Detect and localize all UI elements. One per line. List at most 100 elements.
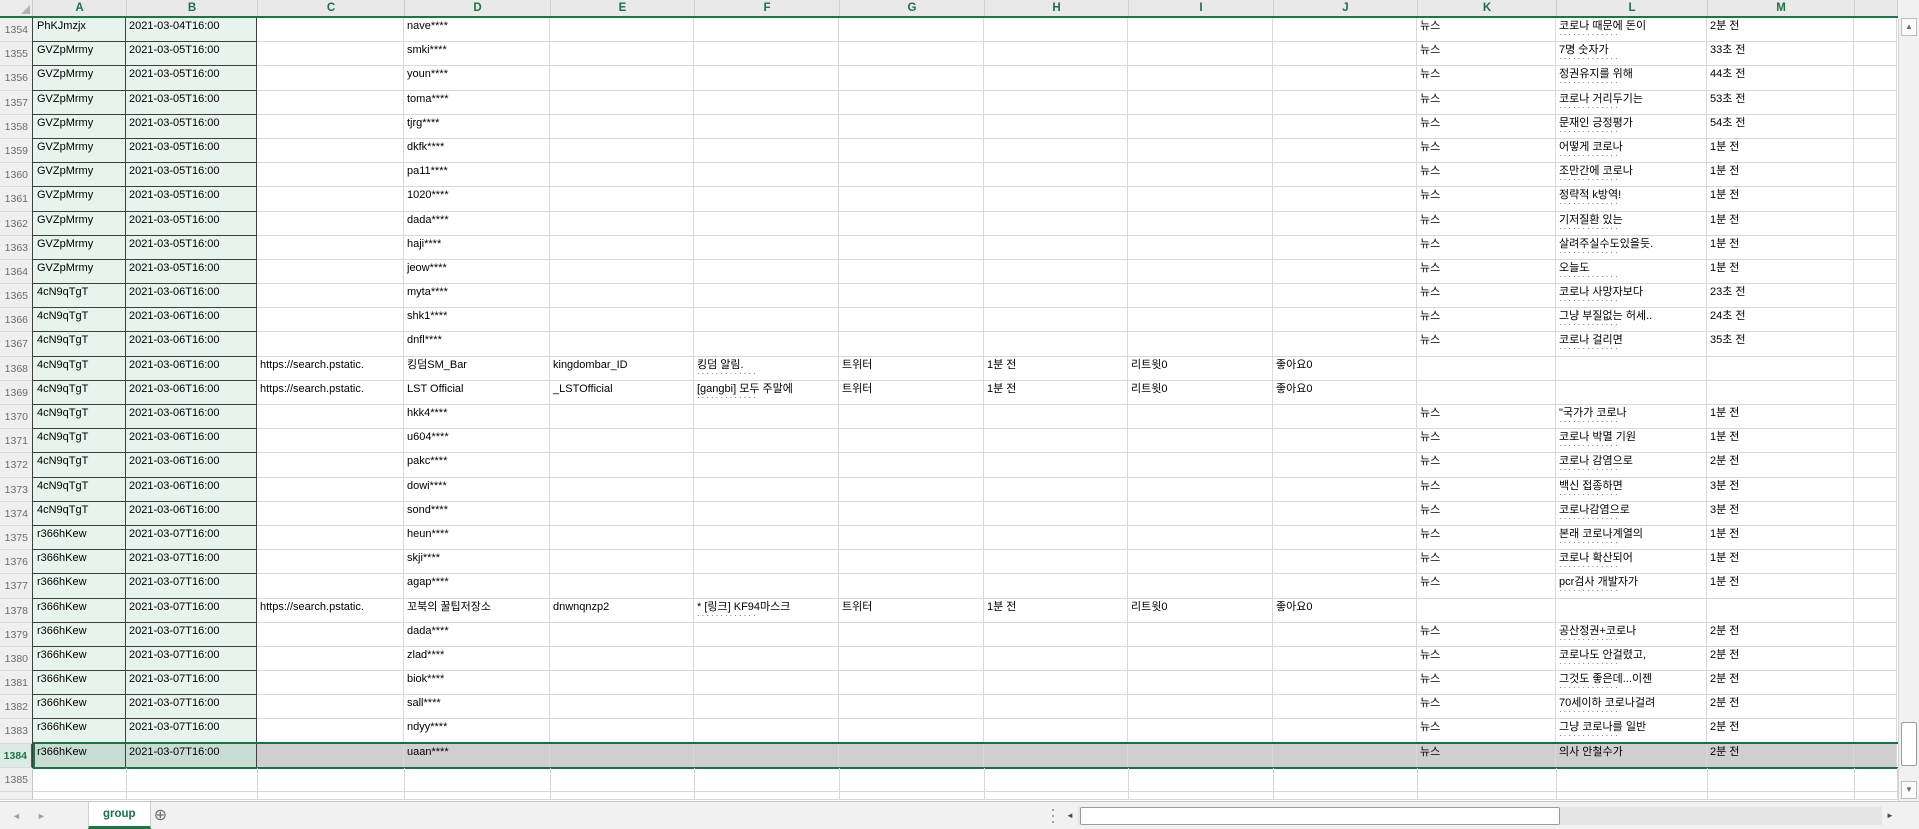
cell-A1366[interactable]: 4cN9qTgT xyxy=(32,308,126,332)
cell-B1357[interactable]: 2021-03-05T16:00 xyxy=(126,91,257,115)
cell-D1366[interactable]: shk1**** xyxy=(404,308,550,332)
cell-M1355[interactable]: 33초 전 xyxy=(1707,42,1854,66)
cell-F1363[interactable] xyxy=(694,236,839,260)
column-header-K[interactable]: K xyxy=(1418,0,1557,16)
cell-L1382[interactable]: 70세이하 코로나걸려············· xyxy=(1556,695,1707,719)
cell-I1368[interactable]: 리트윗0 xyxy=(1128,357,1273,381)
row-header-1370[interactable]: 1370 xyxy=(0,405,33,429)
cell-D1354[interactable]: nave**** xyxy=(404,18,550,42)
cell-L1375[interactable]: 본래 코로나계열의············· xyxy=(1556,526,1707,550)
horizontal-scrollbar[interactable]: ◄ ► xyxy=(1062,806,1898,826)
cell-A1385[interactable] xyxy=(33,768,127,792)
cell-K1354[interactable]: 뉴스 xyxy=(1417,18,1556,42)
cell-B1359[interactable]: 2021-03-05T16:00 xyxy=(126,139,257,163)
cell-L1360[interactable]: 조만간에 코로나············· xyxy=(1556,163,1707,187)
cell-I1375[interactable] xyxy=(1128,526,1273,550)
cell-M1380[interactable]: 2분 전 xyxy=(1707,647,1854,671)
column-header-A[interactable]: A xyxy=(33,0,127,16)
cell-B1375[interactable]: 2021-03-07T16:00 xyxy=(126,526,257,550)
cell-N1386[interactable] xyxy=(1855,792,1898,800)
cell-C1358[interactable] xyxy=(257,115,404,139)
cell-N1382[interactable] xyxy=(1854,695,1897,719)
cell-A1354[interactable]: PhKJmzjx xyxy=(32,18,126,42)
cell-L1354[interactable]: 코로나 때문에 돈이············· xyxy=(1556,18,1707,42)
cell-N1360[interactable] xyxy=(1854,163,1897,187)
cell-M1379[interactable]: 2분 전 xyxy=(1707,623,1854,647)
cell-K1370[interactable]: 뉴스 xyxy=(1417,405,1556,429)
cell-L1364[interactable]: 오늘도············· xyxy=(1556,260,1707,284)
cell-E1382[interactable] xyxy=(550,695,694,719)
cell-H1370[interactable] xyxy=(984,405,1128,429)
cell-G1369[interactable]: 트위터 xyxy=(839,381,984,405)
cell-J1367[interactable] xyxy=(1273,332,1417,356)
cell-L1381[interactable]: 그것도 좋은데...이젠············· xyxy=(1556,671,1707,695)
cell-E1371[interactable] xyxy=(550,429,694,453)
cell-D1384[interactable]: uaan**** xyxy=(404,744,550,768)
cell-H1362[interactable] xyxy=(984,212,1128,236)
cell-E1376[interactable] xyxy=(550,550,694,574)
cell-H1365[interactable] xyxy=(984,284,1128,308)
row-header-1383[interactable]: 1383 xyxy=(0,719,33,743)
cell-I1356[interactable] xyxy=(1128,66,1273,90)
cell-F1368[interactable]: 킹덤 알림.············· xyxy=(694,357,839,381)
cell-L1366[interactable]: 그냥 부질없는 허세..············· xyxy=(1556,308,1707,332)
cell-C1363[interactable] xyxy=(257,236,404,260)
row-header-1381[interactable]: 1381 xyxy=(0,671,33,695)
cell-G1360[interactable] xyxy=(839,163,984,187)
cell-D1365[interactable]: myta**** xyxy=(404,284,550,308)
cell-M1382[interactable]: 2분 전 xyxy=(1707,695,1854,719)
cell-B1370[interactable]: 2021-03-06T16:00 xyxy=(126,405,257,429)
cell-D1369[interactable]: LST Official xyxy=(404,381,550,405)
cell-H1364[interactable] xyxy=(984,260,1128,284)
cell-B1385[interactable] xyxy=(127,768,258,792)
column-header-D[interactable]: D xyxy=(405,0,551,16)
row-header-1357[interactable]: 1357 xyxy=(0,91,33,115)
cell-E1381[interactable] xyxy=(550,671,694,695)
cell-K1362[interactable]: 뉴스 xyxy=(1417,212,1556,236)
cell-J1360[interactable] xyxy=(1273,163,1417,187)
cell-I1377[interactable] xyxy=(1128,574,1273,598)
cell-E1386[interactable] xyxy=(551,792,695,800)
cell-B1377[interactable]: 2021-03-07T16:00 xyxy=(126,574,257,598)
cell-C1378[interactable]: https://search.pstatic. xyxy=(257,599,404,623)
cell-A1375[interactable]: r366hKew xyxy=(32,526,126,550)
cell-A1370[interactable]: 4cN9qTgT xyxy=(32,405,126,429)
row-header-1379[interactable]: 1379 xyxy=(0,623,33,647)
cell-G1384[interactable] xyxy=(839,744,984,768)
column-header-F[interactable]: F xyxy=(695,0,840,16)
cell-B1380[interactable]: 2021-03-07T16:00 xyxy=(126,647,257,671)
cell-N1356[interactable] xyxy=(1854,66,1897,90)
cell-K1356[interactable]: 뉴스 xyxy=(1417,66,1556,90)
cell-H1380[interactable] xyxy=(984,647,1128,671)
cell-J1364[interactable] xyxy=(1273,260,1417,284)
cell-L1359[interactable]: 어떻게 코로나············· xyxy=(1556,139,1707,163)
cell-H1376[interactable] xyxy=(984,550,1128,574)
cell-N1381[interactable] xyxy=(1854,671,1897,695)
cell-I1380[interactable] xyxy=(1128,647,1273,671)
cell-K1377[interactable]: 뉴스 xyxy=(1417,574,1556,598)
cell-A1371[interactable]: 4cN9qTgT xyxy=(32,429,126,453)
cell-M1363[interactable]: 1분 전 xyxy=(1707,236,1854,260)
cell-D1358[interactable]: tjrg**** xyxy=(404,115,550,139)
cell-J1378[interactable]: 좋아요0 xyxy=(1273,599,1417,623)
cell-A1384[interactable]: r366hKew xyxy=(32,744,126,768)
cell-A1358[interactable]: GVZpMrmy xyxy=(32,115,126,139)
cell-N1355[interactable] xyxy=(1854,42,1897,66)
cell-I1379[interactable] xyxy=(1128,623,1273,647)
cell-I1371[interactable] xyxy=(1128,429,1273,453)
cell-M1362[interactable]: 1분 전 xyxy=(1707,212,1854,236)
row-header-1363[interactable]: 1363 xyxy=(0,236,33,260)
cell-B1356[interactable]: 2021-03-05T16:00 xyxy=(126,66,257,90)
cell-K1379[interactable]: 뉴스 xyxy=(1417,623,1556,647)
cell-E1366[interactable] xyxy=(550,308,694,332)
cell-C1371[interactable] xyxy=(257,429,404,453)
cell-F1375[interactable] xyxy=(694,526,839,550)
cell-E1369[interactable]: _LSTOfficial xyxy=(550,381,694,405)
column-header-L[interactable]: L xyxy=(1557,0,1708,16)
cell-N1376[interactable] xyxy=(1854,550,1897,574)
cell-I1386[interactable] xyxy=(1129,792,1274,800)
cell-B1360[interactable]: 2021-03-05T16:00 xyxy=(126,163,257,187)
cell-D1356[interactable]: youn**** xyxy=(404,66,550,90)
row-header-1380[interactable]: 1380 xyxy=(0,647,33,671)
cell-J1368[interactable]: 좋아요0 xyxy=(1273,357,1417,381)
